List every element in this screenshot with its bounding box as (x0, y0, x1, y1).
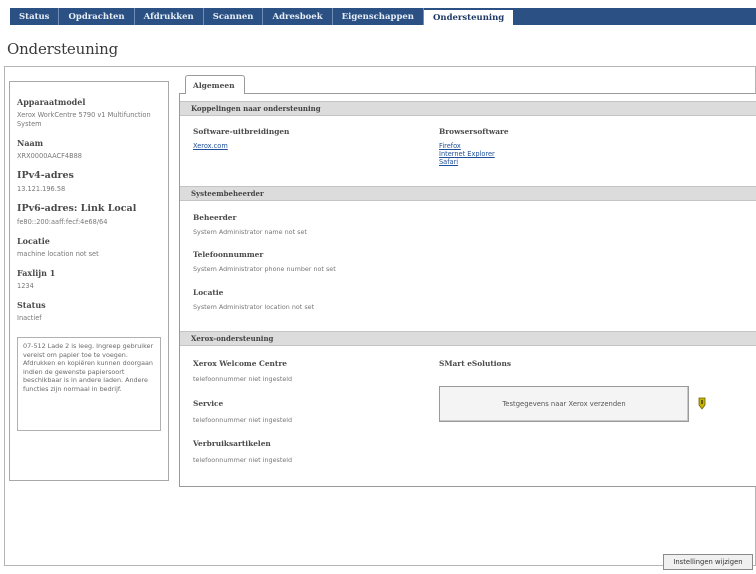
nav-tab-eigenschappen[interactable]: Eigenschappen (333, 8, 424, 25)
supplies-value: telefoonnummer niet ingesteld (193, 456, 293, 464)
nav-tab-status[interactable]: Status (10, 8, 60, 25)
name-value: XRX0000AACF4B88 (17, 152, 82, 160)
device-info-panel: Apparaatmodel Xerox WorkCentre 5790 v1 M… (9, 81, 169, 481)
fax-label: Faxlijn 1 (17, 268, 56, 278)
admin-location-title: Locatie (193, 288, 224, 297)
status-message: 07-512 Lade 2 is leeg. Ingreep gebruiker… (17, 337, 161, 431)
main-frame: Apparaatmodel Xerox WorkCentre 5790 v1 M… (4, 66, 756, 566)
name-label: Naam (17, 138, 44, 148)
section-header-xerox: Xerox-ondersteuning (180, 331, 756, 346)
nav-tab-opdrachten[interactable]: Opdrachten (59, 8, 135, 25)
model-value: Xerox WorkCentre 5790 v1 Multifunction S… (17, 111, 151, 128)
location-value: machine location not set (17, 250, 99, 258)
service-title: Service (193, 399, 224, 408)
admin-title: Beheerder (193, 213, 237, 222)
tab-area: Algemeen Koppelingen naar ondersteuning … (179, 75, 756, 565)
internet-explorer-link[interactable]: Internet Explorer (439, 150, 495, 158)
supplies-title: Verbruiksartikelen (193, 439, 271, 448)
service-value: telefoonnummer niet ingesteld (193, 416, 293, 424)
status-value: Inactief (17, 314, 42, 322)
xerox-link[interactable]: Xerox.com (193, 142, 228, 150)
admin-value: System Administrator name not set (193, 228, 307, 236)
ipv4-label: IPv4-adres (17, 170, 74, 181)
firefox-link[interactable]: Firefox (439, 142, 461, 150)
welcome-title: Xerox Welcome Centre (193, 359, 287, 368)
page-title: Ondersteuning (7, 40, 118, 58)
model-label: Apparaatmodel (17, 97, 86, 107)
section-header-links: Koppelingen naar ondersteuning (180, 101, 756, 116)
phone-value: System Administrator phone number not se… (193, 265, 336, 273)
nav-tab-adresboek[interactable]: Adresboek (263, 8, 333, 25)
ipv6-label: IPv6-adres: Link Local (17, 203, 137, 214)
top-nav-bar: Status Opdrachten Afdrukken Scannen Adre… (10, 8, 756, 25)
status-label: Status (17, 300, 46, 310)
fax-value: 1234 (17, 282, 34, 290)
location-label: Locatie (17, 236, 50, 246)
nav-tab-scannen[interactable]: Scannen (204, 8, 264, 25)
phone-title: Telefoonnummer (193, 250, 264, 259)
welcome-value: telefoonnummer niet ingesteld (193, 375, 293, 383)
ipv6-value: fe80::200:aaff:fecf:4e68/64 (17, 218, 108, 226)
software-title: Software-uitbreidingen (193, 127, 290, 136)
safari-link[interactable]: Safari (439, 158, 458, 166)
info-tag-icon[interactable] (698, 397, 706, 410)
send-test-data-button[interactable]: Testgegevens naar Xerox verzenden (439, 386, 689, 422)
nav-tab-afdrukken[interactable]: Afdrukken (135, 8, 204, 25)
browser-title: Browsersoftware (439, 127, 509, 136)
nav-tab-ondersteuning[interactable]: Ondersteuning (423, 10, 514, 25)
smart-esolutions-title: SMart eSolutions (439, 359, 512, 368)
admin-location-value: System Administrator location not set (193, 303, 315, 311)
tab-content: Koppelingen naar ondersteuning Software-… (179, 93, 756, 487)
apply-settings-button[interactable]: Instellingen wijzigen (663, 554, 753, 570)
section-header-admin: Systeembeheerder (180, 186, 756, 201)
ipv4-value: 13.121.196.58 (17, 185, 66, 193)
tab-algemeen[interactable]: Algemeen (185, 75, 245, 94)
